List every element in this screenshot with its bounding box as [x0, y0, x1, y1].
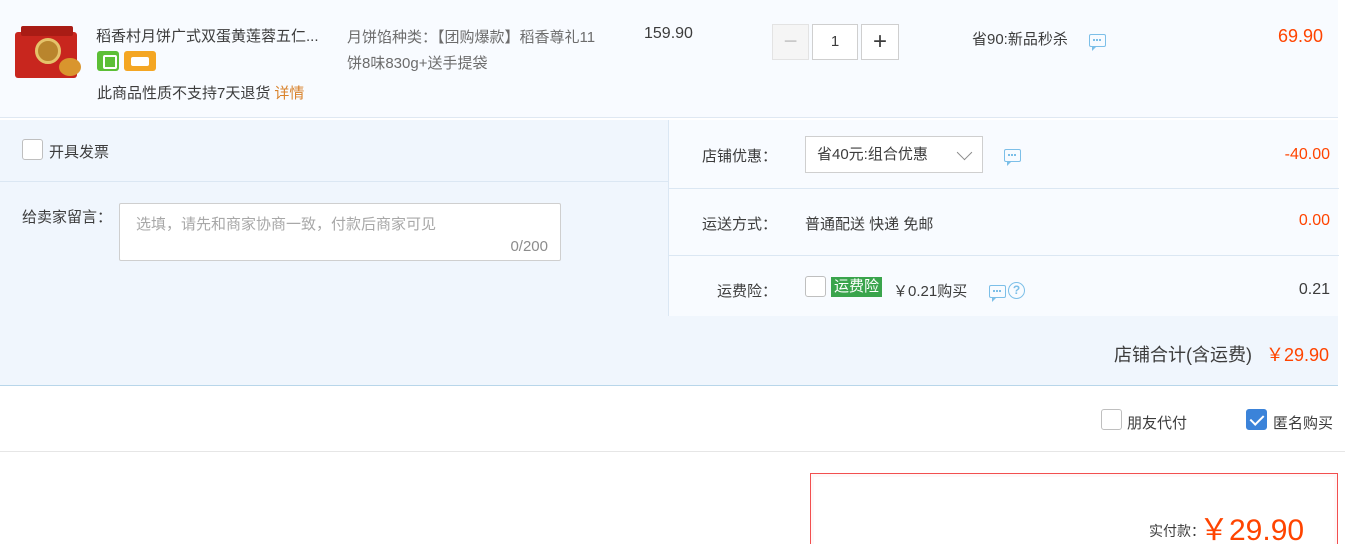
promotion-text: 省90:新品秒杀 — [972, 31, 1068, 48]
seller-message-textarea[interactable]: 选填，请先和商家协商一致，付款后商家可见 0/200 — [119, 203, 561, 261]
shipping-amount: 0.00 — [1298, 212, 1330, 229]
insurance-checkbox[interactable] — [805, 276, 826, 297]
invoice-row: 开具发票 — [0, 120, 668, 182]
coupon-amount: -40.00 — [1284, 146, 1330, 163]
friend-pay-checkbox[interactable] — [1101, 409, 1122, 430]
friend-pay-label[interactable]: 朋友代付 — [1127, 412, 1187, 433]
anonymous-checkbox[interactable] — [1246, 409, 1267, 430]
coupon-dropdown[interactable]: 省40元:组合优惠 — [805, 136, 983, 173]
coupon-label: 店铺优惠： — [701, 148, 777, 165]
chat-icon[interactable] — [989, 285, 1006, 302]
chevron-down-icon — [956, 144, 973, 161]
sku-label: 月饼馅种类： — [347, 29, 438, 46]
insurance-price: ￥0.21购买 — [893, 283, 968, 300]
pay-amount: ￥29.90 — [1199, 514, 1305, 544]
return-policy-text: 此商品性质不支持7天退货 — [97, 85, 271, 102]
mooncake-medal-image — [35, 38, 61, 64]
order-options-panel: 开具发票 给卖家留言： 选填，请先和商家协商一致，付款后商家可见 0/200 店… — [0, 120, 1339, 386]
payment-summary-box: 实付款： ￥29.90 — [810, 473, 1338, 544]
store-total: 店铺合计(含运费) ￥29.90 — [1114, 341, 1329, 367]
store-options: 店铺优惠： 省40元:组合优惠 -40.00 运送方式： 普通配送 快递 免邮 … — [668, 120, 1339, 316]
gift-box-lid — [21, 26, 73, 36]
invoice-checkbox[interactable] — [22, 139, 43, 160]
details-link[interactable]: 详情 — [274, 85, 304, 102]
credit-card-badge-icon[interactable] — [124, 51, 156, 71]
message-placeholder: 选填，请先和商家协商一致，付款后商家可见 — [136, 216, 437, 233]
payment-summary-inner: 实付款： ￥29.90 — [814, 477, 1334, 544]
insurance-row: 运费险： 运费险 ￥0.21购买 ? 0.21 — [669, 256, 1339, 316]
pay-label: 实付款： — [1149, 523, 1205, 539]
payment-options-row: 朋友代付 匿名购买 — [0, 388, 1345, 452]
shipping-method: 普通配送 快递 免邮 — [805, 216, 934, 233]
message-char-count: 0/200 — [510, 238, 548, 255]
chat-icon[interactable] — [1089, 34, 1106, 51]
unit-price: 159.90 — [644, 25, 693, 42]
store-total-label: 店铺合计(含运费) — [1113, 345, 1252, 365]
insurance-amount: 0.21 — [1298, 281, 1330, 298]
mooncake-image — [59, 58, 81, 76]
store-total-amount: ￥29.90 — [1265, 345, 1329, 365]
buyer-options: 开具发票 给卖家留言： 选填，请先和商家协商一致，付款后商家可见 0/200 — [0, 120, 668, 316]
anonymous-label[interactable]: 匿名购买 — [1273, 412, 1333, 433]
product-title[interactable]: 稻香村月饼广式双蛋黄莲蓉五仁... — [96, 25, 341, 46]
return-policy-note: 此商品性质不支持7天退货 详情 — [97, 82, 304, 103]
cart-item-row: 稻香村月饼广式双蛋黄莲蓉五仁... 此商品性质不支持7天退货 详情 月饼馅种类：【… — [0, 0, 1338, 118]
sku-info: 月饼馅种类：【团购爆款】稻香尊礼11饼8味830g+送手提袋 — [347, 25, 607, 77]
item-subtotal: 69.90 — [1277, 26, 1323, 46]
invoice-label[interactable]: 开具发票 — [49, 141, 109, 162]
shipping-row: 运送方式： 普通配送 快递 免邮 0.00 — [669, 189, 1339, 256]
help-icon[interactable]: ? — [1008, 282, 1025, 299]
quantity-decrement-button[interactable]: − — [772, 24, 809, 60]
quantity-input[interactable]: 1 — [812, 24, 858, 60]
chat-icon[interactable] — [1004, 149, 1021, 166]
insurance-label: 运费险： — [716, 283, 777, 300]
message-label: 给卖家留言： — [22, 209, 113, 226]
coupon-row: 店铺优惠： 省40元:组合优惠 -40.00 — [669, 120, 1339, 189]
insurance-tag: 运费险 — [831, 277, 883, 297]
shipping-label: 运送方式： — [701, 216, 777, 233]
guarantee-badge-icon[interactable] — [97, 51, 119, 71]
coupon-selected-value: 省40元:组合优惠 — [817, 146, 928, 163]
product-thumbnail[interactable] — [15, 26, 83, 82]
quantity-increment-button[interactable]: + — [861, 24, 899, 60]
